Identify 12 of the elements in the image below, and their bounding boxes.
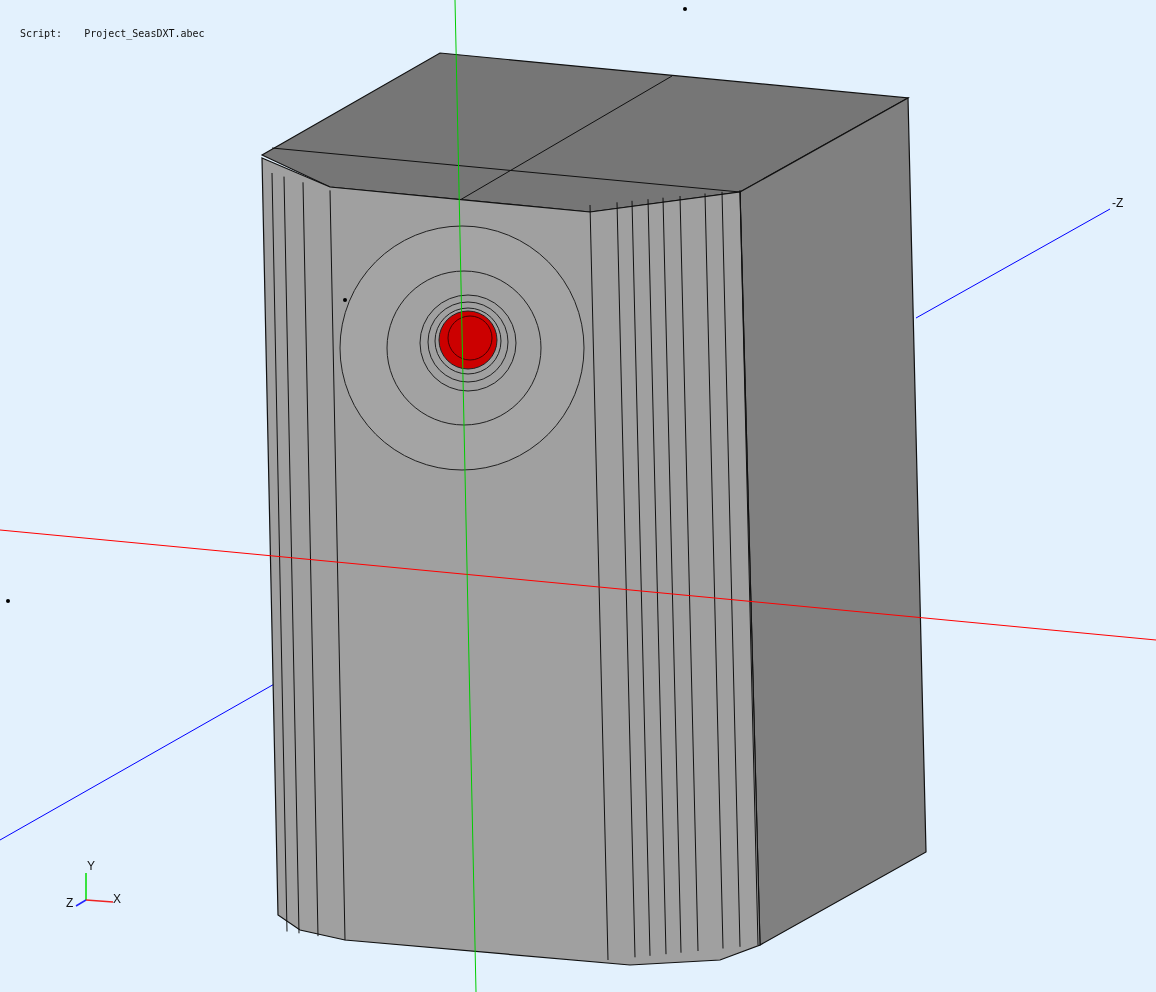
script-label: Script: <box>20 27 63 41</box>
gizmo-z-line <box>75 899 87 907</box>
gizmo-x-label: X <box>113 893 121 905</box>
gizmo-x-line <box>85 899 114 903</box>
gizmo-y-label: Y <box>87 860 95 872</box>
gizmo-y-line <box>85 872 87 901</box>
gizmo-z-label: Z <box>66 897 74 909</box>
point-marker <box>6 599 10 603</box>
point-marker <box>343 298 347 302</box>
script-filename: Project_SeasDXT.abec <box>84 27 205 41</box>
axis-label: -Z <box>1112 195 1124 212</box>
point-marker <box>683 7 687 11</box>
